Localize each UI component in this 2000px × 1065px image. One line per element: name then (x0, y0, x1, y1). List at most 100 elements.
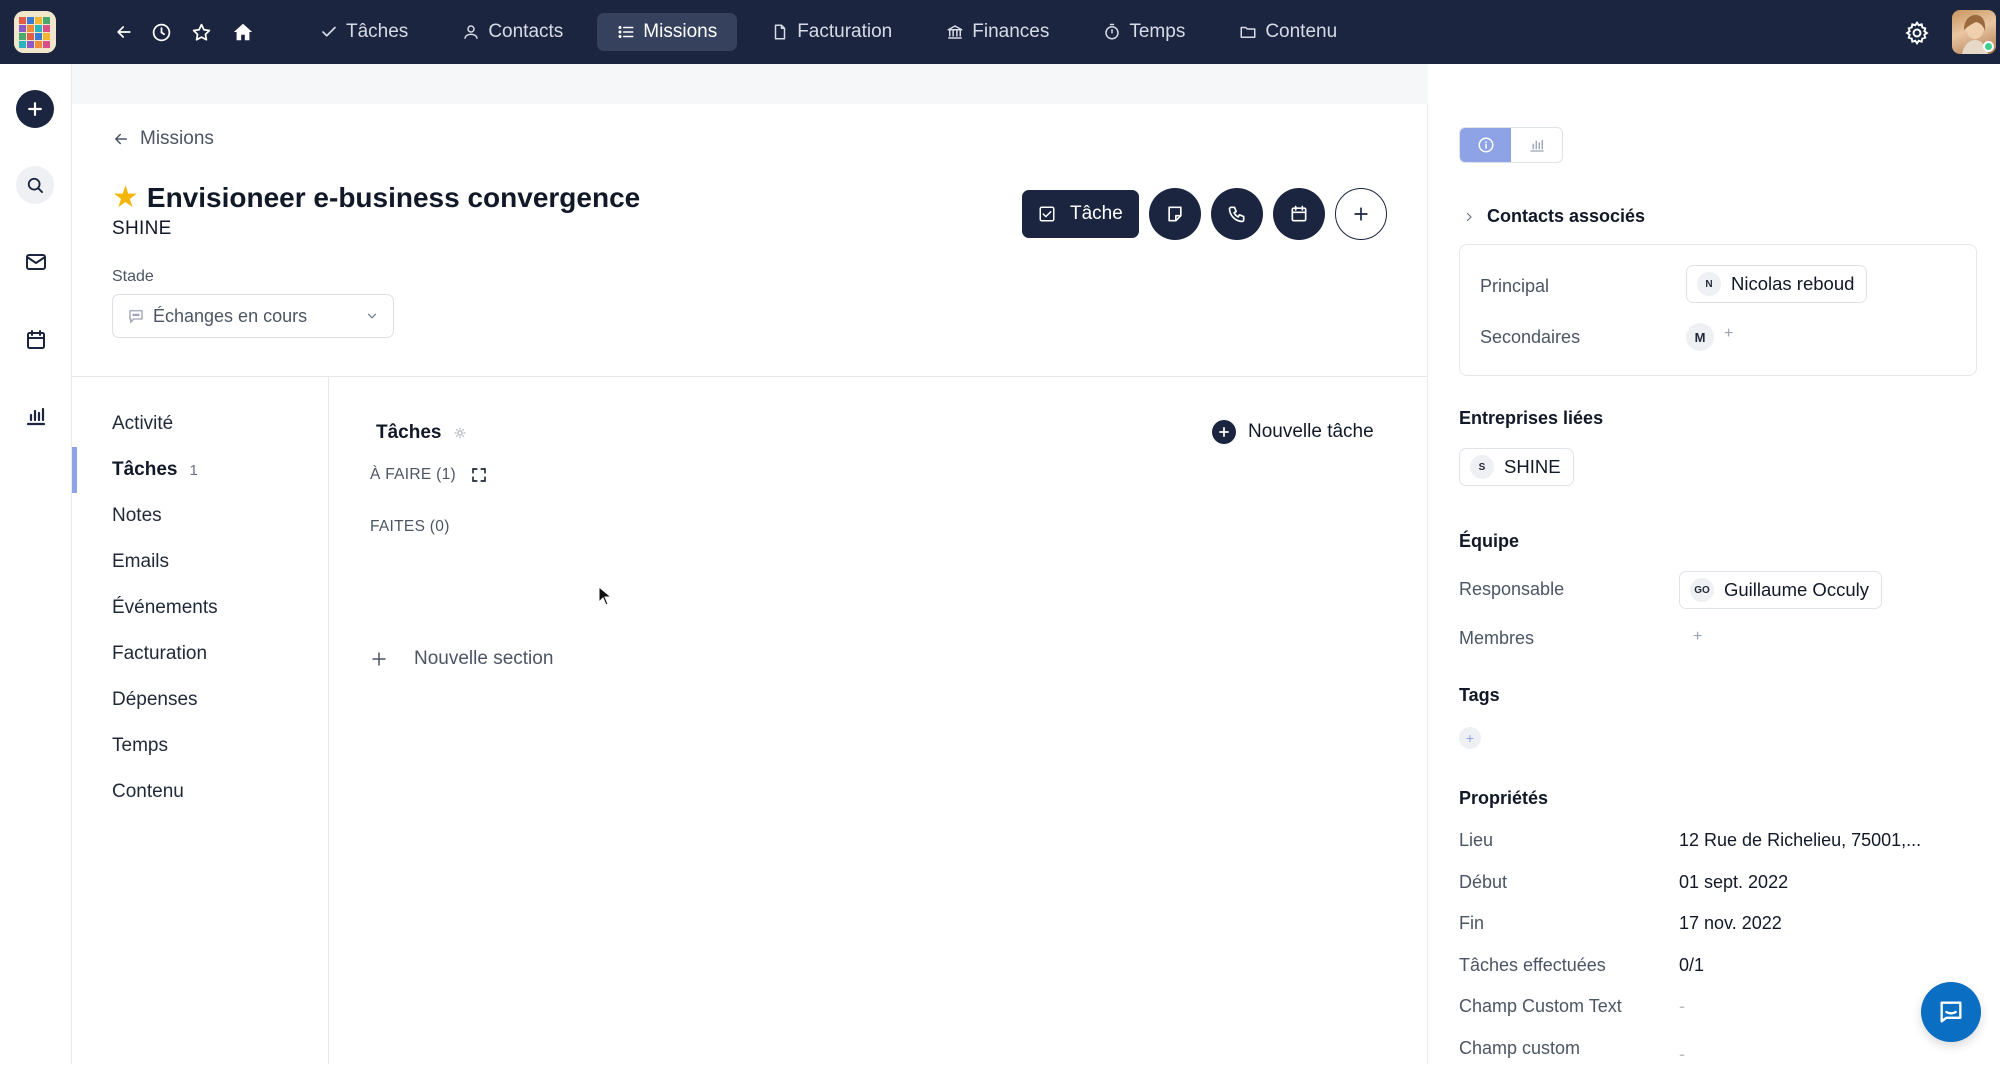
section-label: Tâches (112, 459, 178, 480)
sections-divider (328, 377, 329, 1064)
new-task-button[interactable]: Tâche (1022, 190, 1139, 238)
company-name: SHINE (1504, 456, 1561, 477)
calendar-icon[interactable] (22, 326, 50, 354)
section-label: Facturation (112, 643, 208, 664)
task-group-todo[interactable]: À FAIRE (1) (370, 466, 488, 484)
mail-icon[interactable] (22, 248, 50, 276)
section-evenements[interactable]: Événements (72, 585, 328, 631)
header-divider (72, 376, 1428, 377)
bar-chart-icon (1529, 139, 1544, 152)
favorites-star-icon[interactable] (187, 18, 215, 46)
nav-tab-taches[interactable]: Tâches (300, 13, 428, 51)
new-task-link[interactable]: Nouvelle tâche (1212, 420, 1374, 444)
mission-detail: Missions ★ Envisioneer e-business conver… (72, 64, 1428, 1064)
tasks-settings-icon[interactable] (453, 426, 467, 440)
property-value: 0/1 (1679, 955, 1705, 975)
tab-info[interactable] (1460, 128, 1511, 162)
favorite-star-icon[interactable]: ★ (112, 183, 139, 213)
panel-tabs (1459, 127, 1563, 163)
task-button-label: Tâche (1070, 203, 1123, 224)
nav-tab-contacts[interactable]: Contacts (442, 13, 583, 51)
nav-tab-finances[interactable]: Finances (926, 13, 1069, 51)
contact-name: Nicolas reboud (1731, 273, 1855, 294)
top-navigation-bar: Tâches Contacts Missions Facturation Fin… (0, 0, 2000, 64)
property-value[interactable]: 12 Rue de Richelieu, 75001,... (1679, 830, 1921, 851)
back-to-missions-link[interactable]: Missions (112, 128, 214, 150)
log-call-button[interactable] (1210, 188, 1263, 240)
more-actions-button[interactable] (1334, 188, 1387, 240)
task-group-label: FAITES (0) (370, 518, 450, 535)
secondary-contact-avatar[interactable]: M (1686, 323, 1714, 351)
contacts-section-toggle[interactable]: Contacts associés (1463, 206, 1645, 227)
chat-support-button[interactable] (1921, 982, 1981, 1042)
section-label: Notes (112, 505, 162, 526)
chat-icon (1940, 1001, 1962, 1023)
section-temps[interactable]: Temps (72, 723, 328, 769)
chevron-right-icon (1466, 212, 1472, 221)
nav-tab-contenu[interactable]: Contenu (1219, 13, 1357, 51)
nav-tab-facturation[interactable]: Facturation (751, 13, 912, 51)
title-row: ★ Envisioneer e-business convergence (112, 182, 640, 214)
add-tag-icon[interactable]: + (1459, 727, 1481, 749)
add-note-button[interactable] (1148, 188, 1201, 240)
search-icon[interactable] (16, 166, 54, 204)
stopwatch-icon (1105, 23, 1120, 40)
bank-icon (947, 25, 963, 39)
section-facturation[interactable]: Facturation (72, 631, 328, 677)
property-value[interactable]: 17 nov. 2022 (1679, 913, 1782, 934)
bar-chart-icon[interactable] (22, 402, 50, 430)
property-value[interactable]: 01 sept. 2022 (1679, 872, 1788, 893)
document-icon (774, 24, 786, 40)
new-task-label: Nouvelle tâche (1248, 421, 1374, 442)
add-event-button[interactable] (1272, 188, 1325, 240)
main-nav-tabs: Tâches Contacts Missions Facturation Fin… (300, 13, 1357, 51)
speech-bubble-icon (129, 310, 143, 324)
add-secondary-contact-icon[interactable]: + (1724, 325, 1733, 343)
property-label: Champ custom (1459, 1038, 1581, 1058)
left-rail (0, 64, 72, 1064)
nav-tab-label: Tâches (346, 21, 409, 42)
app-logo[interactable] (14, 11, 56, 53)
nav-tab-label: Contacts (488, 21, 564, 42)
history-clock-icon[interactable] (147, 18, 175, 46)
section-taches[interactable]: Tâches 1 (72, 447, 328, 493)
property-value[interactable]: - (1679, 996, 1685, 1017)
stage-select[interactable]: Échanges en cours (112, 294, 394, 338)
header-strip (72, 64, 1428, 104)
nav-tab-missions[interactable]: Missions (597, 13, 738, 51)
contact-initial: N (1697, 272, 1721, 296)
note-icon (1168, 206, 1182, 222)
plus-icon (372, 652, 386, 666)
mouse-cursor-icon (598, 586, 612, 606)
nav-tab-temps[interactable]: Temps (1083, 13, 1205, 51)
responsable-chip[interactable]: GO Guillaume Occuly (1679, 571, 1882, 609)
linked-company-chip[interactable]: S SHINE (1459, 448, 1574, 486)
new-section-link[interactable]: Nouvelle section (370, 648, 553, 670)
chevron-down-icon (367, 313, 377, 319)
nav-tab-label: Temps (1129, 21, 1186, 42)
section-notes[interactable]: Notes (72, 493, 328, 539)
list-icon (618, 26, 634, 38)
task-group-done[interactable]: FAITES (0) (370, 518, 450, 536)
checkbox-icon (1039, 206, 1055, 222)
expand-icon[interactable] (470, 466, 488, 484)
add-member-icon[interactable]: + (1693, 628, 1702, 646)
details-panel: Contacts associés Principal N Nicolas re… (1429, 64, 2000, 1064)
back-arrow-icon[interactable] (110, 18, 138, 46)
property-value[interactable]: - (1679, 1044, 1685, 1065)
section-contenu[interactable]: Contenu (72, 769, 328, 815)
section-activite[interactable]: Activité (72, 401, 328, 447)
principal-contact-chip[interactable]: N Nicolas reboud (1686, 265, 1868, 303)
online-status-dot (1983, 41, 1994, 52)
settings-gear-icon[interactable] (1904, 20, 1930, 46)
section-depenses[interactable]: Dépenses (72, 677, 328, 723)
tab-stats[interactable] (1511, 128, 1562, 162)
stage-label: Stade (112, 268, 154, 285)
tags-heading: Tags (1459, 685, 1500, 705)
mission-company[interactable]: SHINE (112, 218, 172, 240)
home-icon[interactable] (229, 18, 257, 46)
section-emails[interactable]: Emails (72, 539, 328, 585)
user-avatar[interactable] (1952, 10, 1996, 54)
quick-add-button[interactable] (16, 90, 54, 128)
member-name: Guillaume Occuly (1724, 579, 1869, 600)
